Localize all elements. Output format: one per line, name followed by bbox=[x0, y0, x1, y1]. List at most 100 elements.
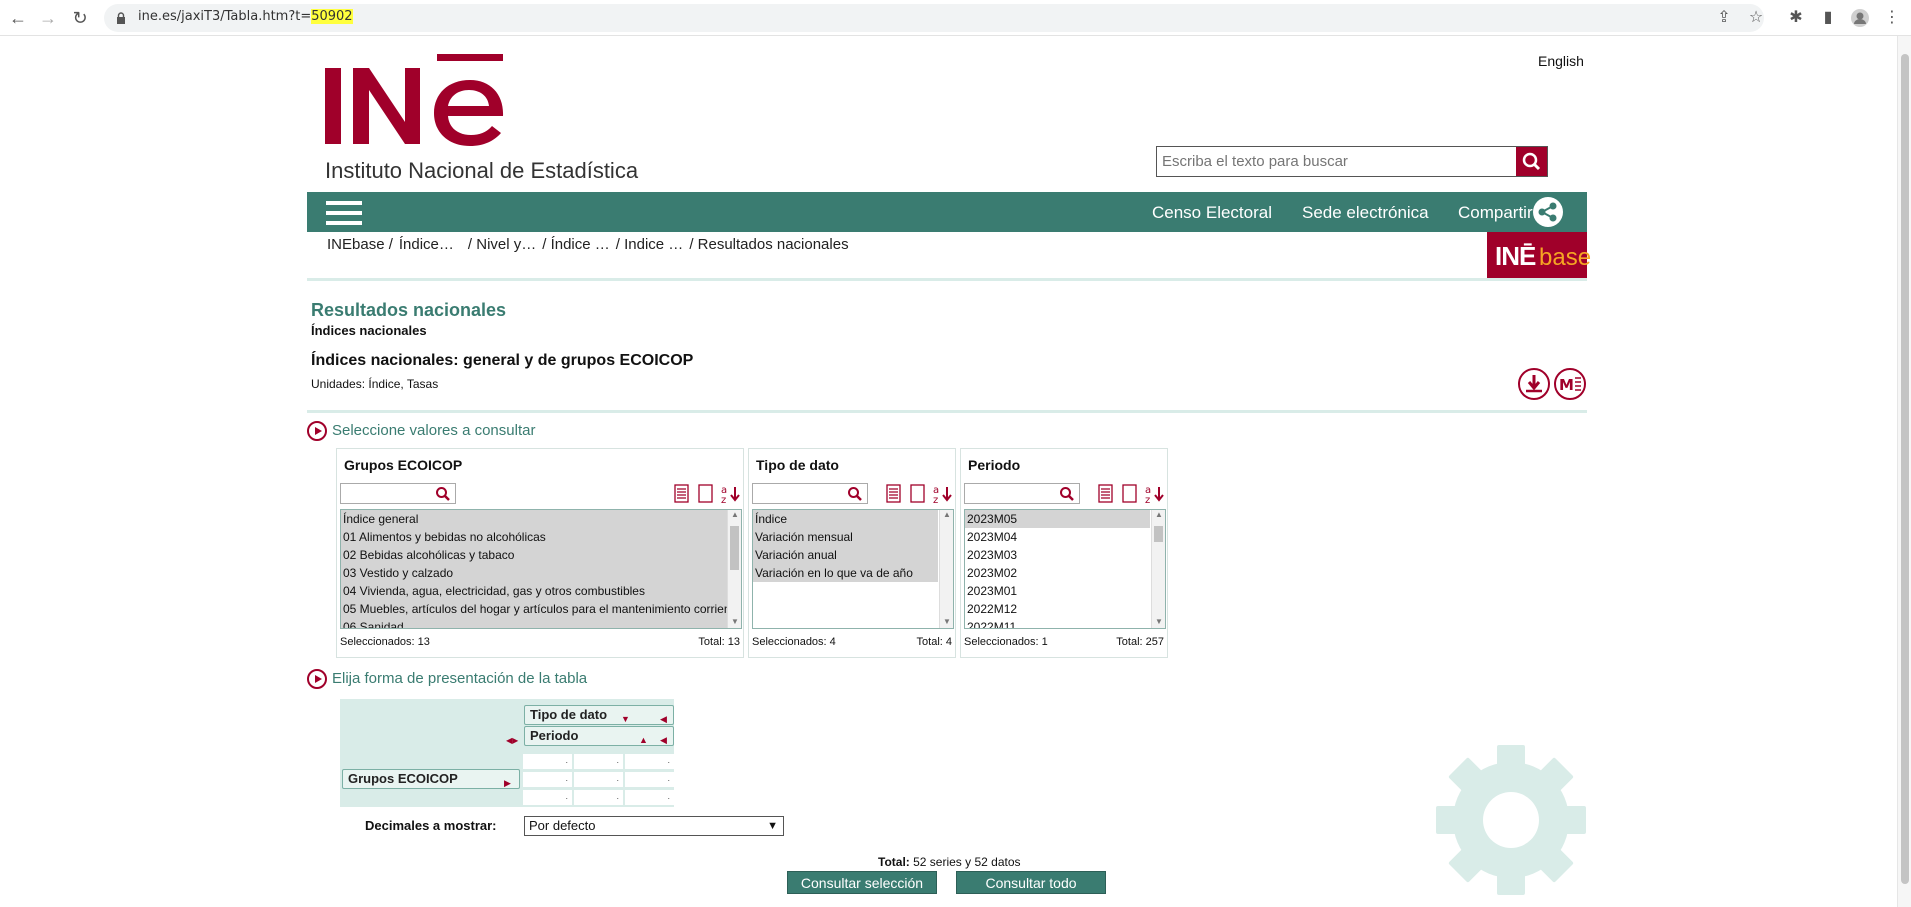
sort-az-icon[interactable]: az bbox=[933, 485, 952, 505]
values-list[interactable]: Índice Variación mensual Variación anual… bbox=[752, 509, 954, 629]
sort-az-icon[interactable]: az bbox=[721, 485, 740, 505]
list-item[interactable]: Índice general bbox=[341, 510, 741, 528]
breadcrumb-item[interactable]: Índice… bbox=[399, 236, 454, 253]
preview-cell: . bbox=[625, 754, 674, 769]
deselect-all-icon[interactable] bbox=[698, 484, 713, 503]
deselect-all-icon[interactable] bbox=[910, 484, 925, 503]
bookmark-star-icon[interactable]: ☆ bbox=[1744, 6, 1768, 30]
list-item[interactable]: 2023M03 bbox=[965, 546, 1165, 564]
units-value: Índice, Tasas bbox=[368, 377, 439, 391]
section-table-layout[interactable]: Elija forma de presentación de la tabla bbox=[307, 669, 587, 689]
column-dimension-tipo-de-dato[interactable]: Tipo de dato ▼ ◀ bbox=[524, 705, 674, 725]
preview-cell: . bbox=[574, 790, 623, 805]
panel-toolbar: az bbox=[673, 483, 743, 505]
nav-compartir[interactable]: Compartir bbox=[1458, 203, 1533, 223]
svg-text:z: z bbox=[721, 495, 726, 505]
select-all-icon[interactable] bbox=[886, 484, 901, 503]
search-icon[interactable] bbox=[1059, 486, 1075, 502]
page-scrollbar[interactable] bbox=[1897, 36, 1911, 907]
total-count: Total: 257 bbox=[1116, 636, 1164, 648]
list-item[interactable]: 2023M04 bbox=[965, 528, 1165, 546]
scrollbar-thumb[interactable] bbox=[1901, 54, 1909, 884]
reload-icon[interactable]: ↻ bbox=[68, 6, 92, 30]
values-list[interactable]: Índice general 01 Alimentos y bebidas no… bbox=[340, 509, 742, 629]
deselect-all-icon[interactable] bbox=[1122, 484, 1137, 503]
values-list[interactable]: 2023M05 2023M04 2023M03 2023M02 2023M01 … bbox=[964, 509, 1166, 629]
svg-text:M: M bbox=[1559, 376, 1574, 394]
browser-menu-icon[interactable]: ⋮ bbox=[1880, 6, 1904, 30]
search-icon[interactable] bbox=[847, 486, 863, 502]
extensions-icon[interactable]: ✱ bbox=[1784, 6, 1808, 30]
arrow-up-icon[interactable]: ▲ bbox=[639, 731, 648, 749]
side-panel-icon[interactable]: ▮ bbox=[1816, 6, 1840, 30]
list-item[interactable]: Variación mensual bbox=[753, 528, 938, 546]
list-item[interactable]: 2023M02 bbox=[965, 564, 1165, 582]
language-link-english[interactable]: English bbox=[1538, 53, 1584, 69]
preview-cell: . bbox=[574, 772, 623, 787]
sort-az-icon[interactable]: az bbox=[1145, 485, 1164, 505]
list-item[interactable]: 2022M11 bbox=[965, 618, 1165, 628]
total-text: 52 series y 52 datos bbox=[909, 855, 1021, 869]
divider bbox=[307, 410, 1587, 413]
list-item[interactable]: Variación en lo que va de año bbox=[753, 564, 938, 582]
download-icon[interactable] bbox=[1518, 368, 1550, 400]
panel-title: Grupos ECOICOP bbox=[344, 457, 463, 473]
arrow-left-icon[interactable]: ◀ bbox=[660, 731, 667, 749]
search-input[interactable] bbox=[1157, 147, 1517, 176]
share-icon[interactable] bbox=[1533, 197, 1563, 227]
breadcrumb: INEbase / Índice… / Nivel y… / Índice … / In… bbox=[327, 236, 855, 253]
select-all-icon[interactable] bbox=[674, 484, 689, 503]
forward-arrow-icon[interactable]: → bbox=[36, 6, 60, 30]
nav-sede-electronica[interactable]: Sede electrónica bbox=[1302, 203, 1429, 223]
share-page-icon[interactable]: ⇪ bbox=[1712, 6, 1736, 30]
select-all-icon[interactable] bbox=[1098, 484, 1113, 503]
swap-axes-icon[interactable]: ◀▶ bbox=[506, 736, 518, 745]
list-item[interactable]: 05 Muebles, artículos del hogar y artícu… bbox=[341, 600, 741, 618]
section-select-values[interactable]: Seleccione valores a consultar bbox=[307, 421, 535, 441]
svg-text:z: z bbox=[933, 495, 938, 505]
column-dimension-periodo[interactable]: Periodo ▲ ◀ bbox=[524, 726, 674, 746]
list-item[interactable]: 02 Bebidas alcohólicas y tabaco bbox=[341, 546, 741, 564]
list-item[interactable]: 2023M01 bbox=[965, 582, 1165, 600]
list-item[interactable]: 2022M12 bbox=[965, 600, 1165, 618]
nav-censo-electoral[interactable]: Censo Electoral bbox=[1152, 203, 1272, 223]
gear-icon bbox=[1436, 745, 1586, 895]
list-item[interactable]: 06 Sanidad bbox=[341, 618, 741, 628]
browser-toolbar: ← → ↻ ine.es/jaxiT3/Tabla.htm?t=50902 ⇪ … bbox=[0, 0, 1911, 36]
consult-selection-button[interactable]: Consultar selección bbox=[787, 871, 937, 894]
preview-cell: . bbox=[625, 790, 674, 805]
hamburger-menu-icon[interactable] bbox=[326, 199, 362, 227]
total-label: Total: bbox=[878, 855, 910, 869]
panel-grupos-ecoicop: Grupos ECOICOP az Índice general 01 Alim… bbox=[336, 448, 744, 658]
arrow-right-icon[interactable]: ▶ bbox=[504, 774, 511, 792]
address-bar[interactable] bbox=[104, 4, 1764, 32]
search-button[interactable] bbox=[1516, 147, 1547, 176]
ine-logo[interactable] bbox=[323, 52, 513, 148]
list-item[interactable]: Índice bbox=[753, 510, 938, 528]
page-title: Resultados nacionales bbox=[311, 300, 507, 320]
list-item[interactable]: 03 Vestido y calzado bbox=[341, 564, 741, 582]
list-item[interactable]: 2023M05 bbox=[965, 510, 1150, 528]
row-dimension-grupos-ecoicop[interactable]: Grupos ECOICOP ▶ bbox=[342, 769, 520, 789]
total-summary: Total: 52 series y 52 datos bbox=[878, 855, 1021, 869]
decimals-select[interactable]: Por defecto ▼ bbox=[524, 816, 784, 836]
preview-cell: . bbox=[625, 772, 674, 787]
back-arrow-icon[interactable]: ← bbox=[6, 6, 30, 30]
list-item[interactable]: Variación anual bbox=[753, 546, 938, 564]
panel-filter bbox=[964, 483, 1080, 504]
metadata-icon[interactable]: M bbox=[1554, 368, 1586, 400]
list-item[interactable]: 01 Alimentos y bebidas no alcohólicas bbox=[341, 528, 741, 546]
list-scrollbar[interactable]: ▲ ▼ bbox=[727, 510, 741, 628]
profile-avatar-icon[interactable] bbox=[1848, 6, 1872, 30]
breadcrumb-item[interactable]: / Nivel y… bbox=[468, 236, 536, 253]
consult-all-button[interactable]: Consultar todo bbox=[956, 871, 1106, 894]
divider bbox=[307, 278, 1587, 281]
list-scrollbar[interactable]: ▲ ▼ bbox=[1151, 510, 1165, 628]
breadcrumb-item[interactable]: / Índice … bbox=[542, 236, 610, 253]
inebase-logo[interactable]: INĒ base bbox=[1487, 232, 1591, 278]
list-item[interactable]: 04 Vivienda, agua, electricidad, gas y o… bbox=[341, 582, 741, 600]
search-icon[interactable] bbox=[435, 486, 451, 502]
breadcrumb-item[interactable]: INEbase / bbox=[327, 236, 393, 253]
breadcrumb-item[interactable]: / Indice … bbox=[616, 236, 684, 253]
list-scrollbar[interactable]: ▲ ▼ bbox=[939, 510, 953, 628]
